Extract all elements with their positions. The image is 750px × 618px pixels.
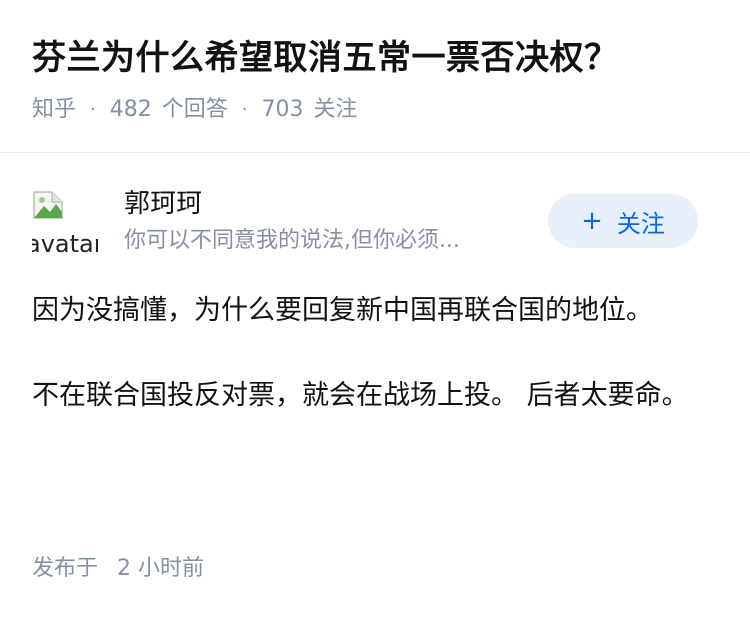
answer-count: 482 <box>109 97 152 122</box>
publish-time-value: 2 小时前 <box>117 556 205 581</box>
follow-button-label: 关注 <box>616 209 665 238</box>
section-divider <box>0 152 750 153</box>
publish-label: 发布于 <box>32 556 99 581</box>
plus-icon: + <box>581 206 603 236</box>
source-label[interactable]: 知乎 <box>32 94 76 126</box>
question-meta: 知乎 · 482 个回答 · 703 关注 <box>32 94 718 126</box>
answer-paragraph: 因为没搞懂，为什么要回复新中国再联合国的地位。 <box>32 295 653 326</box>
answer-content: 因为没搞懂，为什么要回复新中国再联合国的地位。 不在联合国投反对票，就会在战场上… <box>32 288 710 458</box>
author-name[interactable]: 郭珂珂 <box>124 188 534 220</box>
follow-count-label: 关注 <box>313 97 358 122</box>
publish-time: 发布于 2 小时前 <box>32 550 204 582</box>
author-info: 郭珂珂 你可以不同意我的说法,但你必须... <box>124 188 534 256</box>
follow-button[interactable]: + 关注 <box>548 194 698 248</box>
follow-count: 703 <box>261 97 304 122</box>
question-title[interactable]: 芬兰为什么希望取消五常一票否决权？ <box>32 34 718 82</box>
question-header: 芬兰为什么希望取消五常一票否决权？ 知乎 · 482 个回答 · 703 关注 <box>0 0 750 126</box>
answer-paragraph: 不在联合国投反对票，就会在战场上投。 后者太要命。 <box>32 380 689 411</box>
avatar[interactable]: avatar <box>32 188 98 258</box>
author-card: avatar 郭珂珂 你可以不同意我的说法,但你必须... + 关注 <box>32 188 698 258</box>
broken-image-icon <box>33 191 63 219</box>
author-bio: 你可以不同意我的说法,但你必须... <box>124 228 460 253</box>
meta-separator: · <box>90 99 96 120</box>
avatar-alt-text: avatar <box>32 230 98 258</box>
answer-count-label: 个回答 <box>161 97 228 122</box>
meta-separator: · <box>241 99 248 120</box>
